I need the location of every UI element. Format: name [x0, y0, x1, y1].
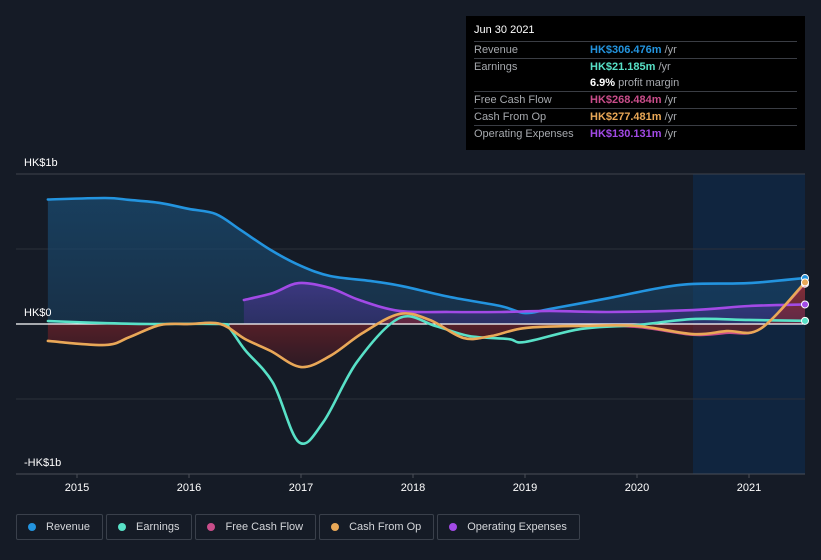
tooltip-label — [474, 75, 590, 91]
tooltip-label: Operating Expenses — [474, 128, 574, 140]
tooltip-unit: /yr — [664, 128, 677, 140]
tooltip-row-profit-margin: 6.9% profit margin — [474, 75, 797, 91]
earnings-endpoint — [801, 316, 809, 325]
tooltip-value: HK$268.484m — [590, 94, 662, 106]
tooltip-unit: /yr — [664, 94, 677, 106]
tooltip-value: HK$306.476m — [590, 44, 662, 56]
legend-label: Cash From Op — [349, 521, 422, 533]
x-tick-label: 2019 — [513, 482, 537, 494]
legend-item-cash-from-op[interactable]: Cash From Op — [319, 514, 435, 540]
tooltip-unit: profit margin — [618, 77, 680, 89]
tooltip-value: HK$130.131m — [590, 128, 662, 140]
tooltip-label: Earnings — [474, 61, 518, 73]
tooltip-row-earnings: Earnings HK$21.185m/yr — [474, 58, 797, 75]
legend-item-operating-expenses[interactable]: Operating Expenses — [437, 514, 580, 540]
operating-expenses-endpoint — [801, 300, 809, 309]
tooltip-row-cash-from-op: Cash From Op HK$277.481m/yr — [474, 108, 797, 125]
legend-dot-icon — [449, 523, 458, 531]
tooltip: Jun 30 2021 Revenue HK$306.476m/yr Earning… — [466, 16, 805, 150]
tooltip-value: HK$277.481m — [590, 111, 662, 123]
tooltip-label: Cash From Op — [474, 111, 547, 123]
tooltip-value: HK$21.185m — [590, 61, 656, 73]
tooltip-label: Free Cash Flow — [474, 94, 552, 106]
tooltip-date: Jun 30 2021 — [474, 24, 535, 36]
x-tick-label: 2021 — [737, 482, 761, 494]
legend-label: Earnings — [136, 521, 180, 533]
x-tick-label: 2015 — [65, 482, 89, 494]
y-axis-label: HK$1b — [24, 157, 58, 169]
x-tick-label: 2018 — [401, 482, 425, 494]
tooltip-value: 6.9% — [590, 77, 616, 89]
legend-item-revenue[interactable]: Revenue — [16, 514, 104, 540]
legend-dot-icon — [118, 523, 127, 531]
legend-label: Free Cash Flow — [225, 521, 304, 533]
tooltip-row-operating-expenses: Operating Expenses HK$130.131m/yr — [474, 125, 797, 142]
legend-label: Operating Expenses — [467, 521, 567, 533]
y-axis-label: -HK$1b — [24, 457, 61, 469]
x-tick-label: 2016 — [177, 482, 201, 494]
legend-label: Revenue — [46, 521, 91, 533]
tooltip-unit: /yr — [664, 44, 677, 56]
legend-dot-icon — [28, 523, 36, 531]
legend: Revenue Earnings Free Cash Flow Cash From O… — [16, 514, 580, 540]
legend-item-free-cash-flow[interactable]: Free Cash Flow — [195, 514, 317, 540]
tooltip-row-revenue: Revenue HK$306.476m/yr — [474, 41, 797, 58]
legend-dot-icon — [207, 523, 216, 531]
legend-item-earnings[interactable]: Earnings — [106, 514, 193, 540]
cash-from-op-endpoint — [801, 278, 809, 287]
y-axis-label: HK$0 — [24, 307, 52, 319]
tooltip-row-free-cash-flow: Free Cash Flow HK$268.484m/yr — [474, 91, 797, 108]
legend-dot-icon — [331, 523, 340, 531]
x-tick-label: 2020 — [625, 482, 649, 494]
x-tick-label: 2017 — [289, 482, 313, 494]
tooltip-label: Revenue — [474, 44, 519, 56]
tooltip-unit: /yr — [658, 61, 671, 73]
revenue-area — [47, 197, 805, 324]
tooltip-unit: /yr — [664, 111, 677, 123]
